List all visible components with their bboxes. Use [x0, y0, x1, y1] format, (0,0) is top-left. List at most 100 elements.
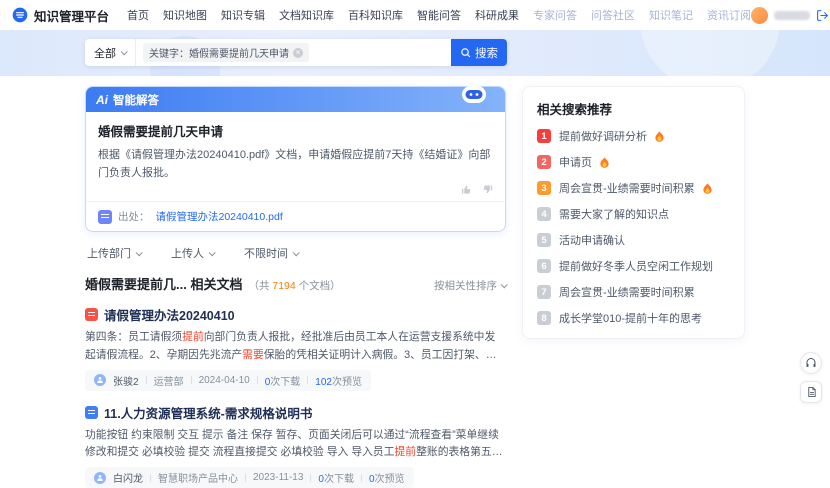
nav-item-knowledge-album[interactable]: 知识专辑: [221, 7, 265, 23]
related-search-item[interactable]: 2 申请页: [537, 154, 730, 170]
rank-badge: 2: [537, 155, 551, 169]
search-result-item: 请假管理办法20240410 第四条：员工请假须提前向部门负责人报批，经批准后由…: [85, 305, 506, 391]
ai-feedback: [98, 182, 493, 197]
search-scope-value: 全部: [94, 45, 116, 61]
search-result-item: 11.人力资源管理系统-需求规格说明书 功能按钮 约束限制 交互 提示 备注 保…: [85, 403, 506, 488]
divider: [307, 376, 308, 384]
related-search-item[interactable]: 3 周会宣贯-业绩需要时间积累: [537, 180, 730, 196]
divider: [257, 376, 258, 384]
user-avatar[interactable]: [751, 7, 768, 24]
chevron-down-icon: [209, 249, 216, 256]
nav-item-qa-community[interactable]: 问答社区: [591, 7, 635, 23]
upload-date: 2023-11-13: [253, 472, 303, 483]
search-scope-select[interactable]: 全部: [85, 39, 136, 66]
result-meta: 白闪龙 智慧职场产品中心 2023-11-13 0次下载 0次预览: [85, 467, 414, 488]
chevron-down-icon: [121, 48, 128, 55]
search-banner: 全部 关键字：婚假需要提前几天申请 × 搜索: [0, 30, 830, 76]
ai-card-title: 智能解答: [113, 92, 159, 108]
search-bar: 全部 关键字：婚假需要提前几天申请 × 搜索: [85, 39, 507, 66]
uploader-name[interactable]: 张骏2: [113, 373, 139, 388]
uploader-avatar-icon: [94, 472, 106, 484]
brand-logo-icon: [12, 7, 28, 23]
topbar: 知识管理平台 首页 知识地图 知识专辑 文档知识库 百科知识库 智能问答 科研成…: [0, 0, 830, 30]
uploader-avatar-icon: [94, 374, 106, 386]
divider: [150, 474, 151, 482]
result-title[interactable]: 11.人力资源管理系统-需求规格说明书: [85, 403, 506, 422]
nav-item-knowledge-map[interactable]: 知识地图: [163, 7, 207, 23]
topbar-user-area: [751, 7, 829, 24]
related-search-item[interactable]: 7 周会宣贯-业绩需要时间积累: [537, 284, 730, 300]
filter-upload-dept[interactable]: 上传部门: [87, 245, 141, 261]
rank-badge: 1: [537, 129, 551, 143]
logout-icon[interactable]: [816, 9, 829, 22]
filter-bar: 上传部门 上传人 不限时间: [87, 245, 504, 261]
search-icon: [460, 47, 471, 58]
results-count: （共 7194 个文档）: [248, 278, 340, 293]
thumbs-down-icon[interactable]: [482, 184, 493, 195]
rank-badge: 3: [537, 181, 551, 195]
filter-uploader[interactable]: 上传人: [171, 245, 214, 261]
chevron-down-icon: [501, 282, 508, 289]
uploader-dept: 智慧职场产品中心: [158, 470, 238, 485]
related-search-item[interactable]: 6 提前做好冬季人员空闲工作规划: [537, 258, 730, 274]
nav-item-expert-qa[interactable]: 专家问答: [533, 7, 577, 23]
chevron-down-icon: [293, 249, 300, 256]
flame-icon: [703, 183, 712, 194]
nav-item-doc-library[interactable]: 文档知识库: [279, 7, 334, 23]
ai-card-header: Ai 智能解答: [86, 87, 505, 112]
chevron-down-icon: [136, 249, 143, 256]
nav-item-home[interactable]: 首页: [127, 7, 149, 23]
sort-select[interactable]: 按相关性排序: [434, 278, 506, 293]
related-search-item[interactable]: 8 成长学堂010-提前十年的思考: [537, 310, 730, 326]
tag-close-icon[interactable]: ×: [293, 48, 303, 58]
related-search-item[interactable]: 4 需要大家了解的知识点: [537, 206, 730, 222]
search-keyword-text: 关键字：婚假需要提前几天申请: [149, 45, 289, 60]
thumbs-up-icon[interactable]: [461, 184, 472, 195]
related-search-item[interactable]: 1 提前做好调研分析: [537, 128, 730, 144]
nav-item-research[interactable]: 科研成果: [475, 7, 519, 23]
nav-item-news[interactable]: 资讯订阅: [707, 7, 751, 23]
robot-icon: [459, 80, 489, 109]
main-nav: 首页 知识地图 知识专辑 文档知识库 百科知识库 智能问答 科研成果 专家问答 …: [127, 7, 751, 23]
floating-toolbar: [800, 352, 822, 403]
source-link[interactable]: 请假管理办法20240410.pdf: [156, 209, 283, 224]
ai-question: 婚假需要提前几天申请: [98, 121, 493, 140]
results-title: 婚假需要提前几... 相关文档: [85, 274, 242, 293]
source-label: 出处：: [118, 209, 150, 224]
flame-icon: [600, 157, 609, 168]
divider: [245, 474, 246, 482]
divider: [191, 376, 192, 384]
results-header: 婚假需要提前几... 相关文档 （共 7194 个文档） 按相关性排序: [85, 274, 506, 293]
result-snippet: 功能按钮 约束限制 交互 提示 备注 保存 暂存、页面关闭后可以通过“流程查看”…: [85, 427, 506, 462]
nav-item-smart-qa[interactable]: 智能问答: [417, 7, 461, 23]
download-count: 0次下载: [265, 373, 301, 388]
search-keyword-tag[interactable]: 关键字：婚假需要提前几天申请 ×: [143, 43, 309, 62]
uploader-name[interactable]: 白闪龙: [113, 470, 143, 485]
search-button[interactable]: 搜索: [451, 39, 507, 66]
nav-item-wiki-library[interactable]: 百科知识库: [348, 7, 403, 23]
pdf-file-icon: [85, 308, 98, 321]
feedback-button[interactable]: [800, 381, 822, 403]
related-search-item[interactable]: 5 活动申请确认: [537, 232, 730, 248]
doc-file-icon: [85, 406, 98, 419]
rank-badge: 7: [537, 285, 551, 299]
rank-badge: 5: [537, 233, 551, 247]
flame-icon: [655, 131, 664, 142]
customer-service-button[interactable]: [800, 352, 822, 374]
ai-answer-card: Ai 智能解答 婚假需要提前几天申请 根据《请假管理办法20240410.pdf…: [85, 86, 506, 232]
related-search-card: 相关搜索推荐 1 提前做好调研分析 2 申请页 3 周会宣贯-业绩需要时间积累 …: [522, 86, 745, 339]
divider: [361, 474, 362, 482]
rank-badge: 8: [537, 311, 551, 325]
search-input[interactable]: 关键字：婚假需要提前几天申请 ×: [136, 39, 451, 66]
result-snippet: 第四条：员工请假须提前向部门负责人报批，经批准后由员工本人在运营支援系统中发起请…: [85, 329, 506, 364]
result-meta: 张骏2 运营部 2024-04-10 0次下载 102次预览: [85, 370, 371, 391]
source-file-icon: [98, 210, 112, 224]
nav-item-notes[interactable]: 知识笔记: [649, 7, 693, 23]
ai-answer-text: 根据《请假管理办法20240410.pdf》文档，申请婚假应提前7天持《结婚证》…: [98, 146, 493, 182]
headset-icon: [805, 357, 817, 369]
view-count: 102次预览: [315, 373, 362, 388]
view-count: 0次预览: [369, 470, 405, 485]
result-title[interactable]: 请假管理办法20240410: [85, 305, 506, 324]
related-search-title: 相关搜索推荐: [537, 99, 730, 118]
filter-time[interactable]: 不限时间: [244, 245, 298, 261]
